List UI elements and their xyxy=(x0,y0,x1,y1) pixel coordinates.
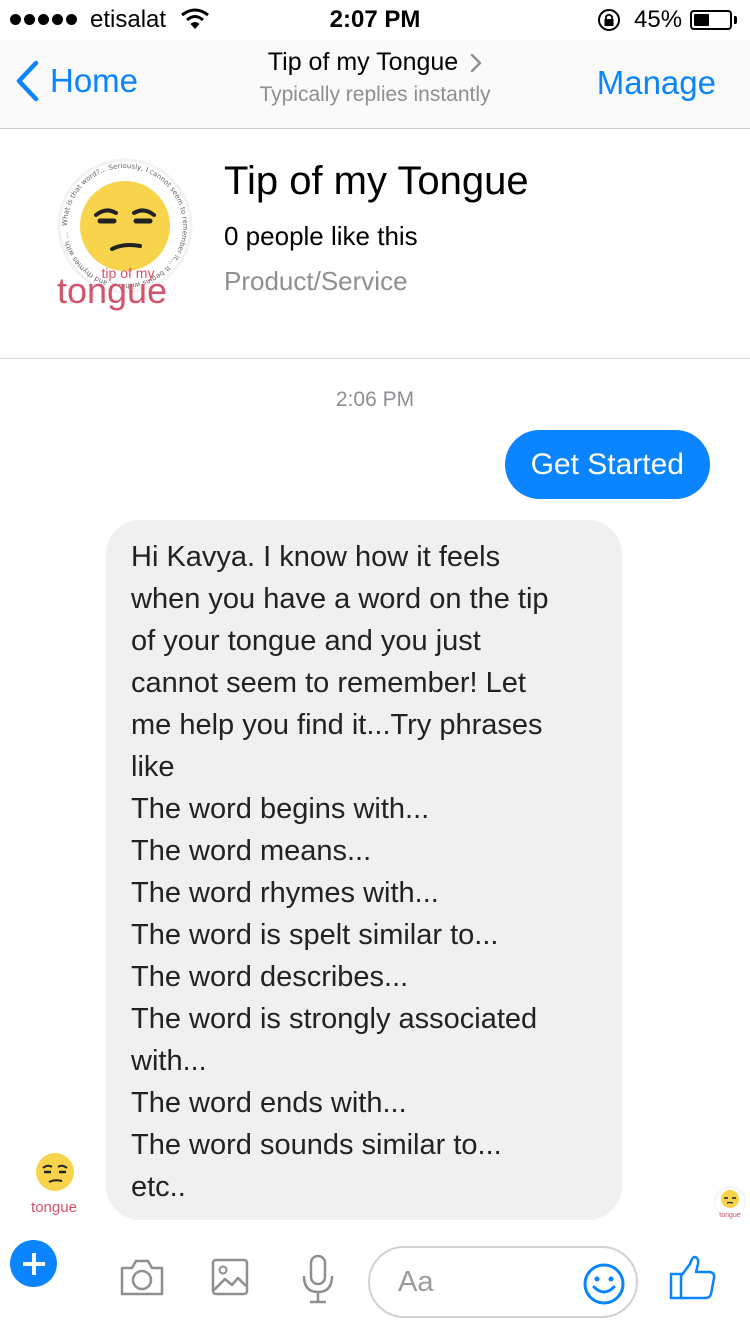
message-input[interactable] xyxy=(398,1262,578,1302)
microphone-icon[interactable] xyxy=(300,1254,336,1306)
outgoing-message-bubble[interactable]: Get Started xyxy=(504,430,710,499)
rotation-lock-icon xyxy=(598,9,620,31)
status-bar: etisalat 2:07 PM 45% xyxy=(0,0,750,40)
incoming-message-bubble[interactable]: Hi Kavya. I know how it feels when you h… xyxy=(106,520,622,1220)
message-line: The word is strongly associated xyxy=(131,1003,538,1035)
navigation-bar: Home Tip of my Tongue Typically replies … xyxy=(0,40,750,129)
message-line: me help you find it...Try phrases xyxy=(131,709,543,741)
back-label: Home xyxy=(50,62,139,99)
avatar-logo-text: tongue xyxy=(31,1199,77,1216)
conversation-subtitle: Typically replies instantly xyxy=(259,83,491,106)
battery-icon xyxy=(690,10,732,30)
conversation-title: Tip of my Tongue xyxy=(267,48,459,76)
page-header: What is that word?... Seriously, I canno… xyxy=(0,129,750,359)
seen-logo-text: tongue xyxy=(719,1212,741,1219)
message-timestamp: 2:06 PM xyxy=(335,388,415,411)
message-line: The word describes... xyxy=(131,961,409,993)
message-line: of your tongue and you just xyxy=(131,625,481,657)
message-line: Hi Kavya. I know how it feels xyxy=(131,541,501,573)
page-category: Product/Service xyxy=(224,266,408,296)
message-line: The word begins with... xyxy=(131,793,430,825)
message-line: etc.. xyxy=(131,1171,186,1203)
page-name: Tip of my Tongue xyxy=(224,159,529,203)
logo-text-main: tongue xyxy=(57,270,167,311)
camera-icon[interactable] xyxy=(118,1256,166,1298)
plus-icon[interactable] xyxy=(10,1240,57,1287)
page-likes: 0 people like this xyxy=(224,221,418,251)
sender-avatar[interactable]: tongue xyxy=(28,1148,80,1220)
battery-tip xyxy=(734,16,737,24)
message-line: The word ends with... xyxy=(131,1087,407,1119)
battery-percentage: 45% xyxy=(634,6,683,33)
message-line: The word is spelt similar to... xyxy=(131,919,499,951)
message-line: like xyxy=(131,751,175,783)
manage-button[interactable]: Manage xyxy=(597,64,716,102)
thumbs-up-icon[interactable] xyxy=(668,1254,718,1302)
message-line: The word sounds similar to... xyxy=(131,1129,502,1161)
image-icon[interactable] xyxy=(210,1256,250,1298)
composer-bar xyxy=(0,1232,750,1334)
message-line: The word means... xyxy=(131,835,372,867)
message-input-field[interactable] xyxy=(368,1246,638,1318)
message-line: cannot seem to remember! Let xyxy=(131,667,526,699)
chevron-right-icon xyxy=(470,53,482,72)
message-line: with... xyxy=(131,1045,207,1077)
message-line: when you have a word on the tip xyxy=(131,583,549,615)
message-line: The word rhymes with... xyxy=(131,877,439,909)
back-button[interactable]: Home xyxy=(14,60,138,102)
seen-indicator-avatar: tongue xyxy=(714,1186,746,1219)
page-logo[interactable]: What is that word?... Seriously, I canno… xyxy=(50,151,200,311)
outgoing-message-text: Get Started xyxy=(530,447,684,481)
chevron-left-icon xyxy=(16,60,39,102)
conversation-title-button[interactable]: Tip of my Tongue Typically replies insta… xyxy=(175,48,575,107)
emoji-icon[interactable] xyxy=(582,1262,626,1306)
